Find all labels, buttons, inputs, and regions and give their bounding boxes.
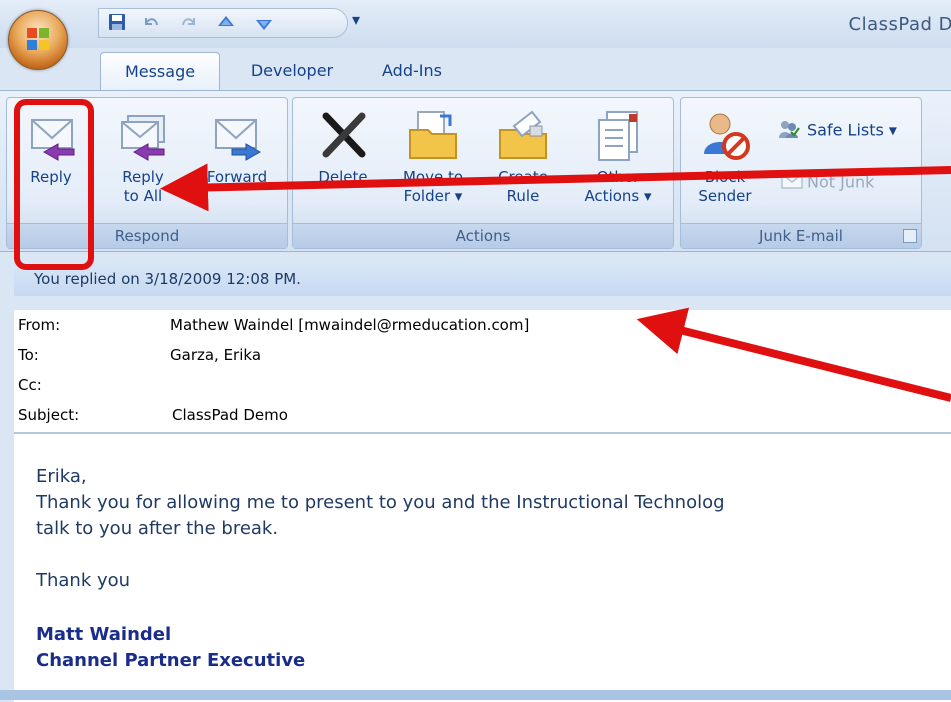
subject-label: Subject: — [18, 406, 80, 424]
customize-toolbar-chevron-icon[interactable]: ▾ — [352, 10, 360, 29]
other-actions-label-line1: Other — [596, 168, 640, 186]
junk-email-group: Block Sender Safe Lists ▾ Not Junk Junk … — [680, 97, 922, 249]
cc-row: Cc: — [14, 370, 951, 400]
previous-item-icon[interactable] — [215, 12, 237, 34]
block-sender-label-line1: Block — [704, 168, 746, 186]
other-actions-button[interactable]: Other Actions ▾ — [573, 106, 663, 206]
junk-email-group-label: Junk E-mail — [681, 223, 921, 248]
info-bar: You replied on 3/18/2009 12:08 PM. — [14, 262, 951, 296]
not-junk-icon — [781, 172, 803, 194]
create-rule-label-line1: Create — [498, 168, 548, 186]
forward-label: Forward — [206, 168, 268, 186]
forward-icon — [215, 119, 262, 161]
body-line2: talk to you after the break. — [36, 518, 279, 539]
not-junk-label: Not Junk — [807, 172, 875, 192]
actions-group-label: Actions — [293, 223, 673, 248]
chevron-down-icon: ▾ — [888, 120, 897, 140]
not-junk-button[interactable]: Not Junk — [781, 172, 874, 194]
ribbon: Reply Reply to All Forward Respond Delet… — [0, 90, 951, 252]
quick-access-toolbar — [98, 8, 348, 38]
other-actions-icon — [598, 111, 638, 161]
tab-add-ins[interactable]: Add-Ins — [362, 52, 462, 90]
tab-developer[interactable]: Developer — [236, 52, 348, 90]
body-thanks: Thank you — [36, 570, 131, 591]
delete-icon — [322, 112, 366, 158]
safe-lists-label: Safe Lists — [807, 120, 884, 140]
reply-all-label-line1: Reply — [122, 168, 164, 186]
create-rule-label-line2: Rule — [506, 187, 540, 205]
create-rule-icon — [499, 110, 547, 159]
move-label-line2: Folder ▾ — [403, 187, 463, 205]
to-row: To: Garza, Erika — [14, 340, 951, 370]
office-logo-icon — [27, 28, 49, 50]
body-greeting: Erika, — [36, 466, 87, 487]
block-sender-button[interactable]: Block Sender — [685, 106, 765, 206]
delete-label: Delete — [318, 168, 368, 186]
bottom-strip — [0, 690, 951, 700]
to-value[interactable]: Garza, Erika — [170, 346, 261, 364]
safe-lists-icon — [777, 118, 801, 144]
office-button[interactable] — [8, 10, 68, 70]
cc-label: Cc: — [18, 376, 42, 394]
signature-name: Matt Waindel — [36, 624, 172, 645]
redo-icon[interactable] — [179, 12, 201, 34]
to-label: To: — [18, 346, 39, 364]
message-body[interactable]: Erika, Thank you for allowing me to pres… — [14, 432, 951, 702]
body-line1: Thank you for allowing me to present to … — [36, 492, 725, 513]
from-value[interactable]: Mathew Waindel [mwaindel@rmeducation.com… — [170, 316, 529, 334]
block-sender-icon — [704, 113, 750, 160]
block-sender-label-line2: Sender — [698, 187, 752, 205]
other-actions-label-line2: Actions ▾ — [584, 187, 652, 205]
reply-all-icon — [121, 115, 165, 161]
dialog-launcher-icon[interactable] — [903, 229, 917, 243]
move-label-line1: Move to — [402, 168, 464, 186]
create-rule-button[interactable]: Create Rule — [483, 106, 563, 206]
next-item-icon[interactable] — [253, 12, 275, 34]
undo-icon[interactable] — [141, 12, 163, 34]
from-label: From: — [18, 316, 61, 334]
from-row: From: Mathew Waindel [mwaindel@rmeducati… — [14, 310, 951, 340]
title-bar: ▾ ClassPad D — [0, 0, 951, 48]
delete-button[interactable]: Delete — [303, 106, 383, 187]
subject-row: Subject: ClassPad Demo — [14, 400, 951, 432]
signature-title: Channel Partner Executive — [36, 650, 306, 671]
safe-lists-button[interactable]: Safe Lists ▾ — [777, 118, 897, 144]
forward-button[interactable]: Forward — [197, 106, 277, 187]
move-to-folder-button[interactable]: Move to Folder ▾ — [393, 106, 473, 206]
reply-all-label-line2: to All — [123, 187, 163, 205]
tab-message[interactable]: Message — [100, 52, 220, 91]
reply-highlight-box — [14, 99, 94, 270]
actions-group: Delete Move to Folder ▾ Create Rule Othe… — [292, 97, 674, 249]
save-icon[interactable] — [107, 12, 129, 34]
window-title: ClassPad D — [848, 14, 951, 35]
subject-value: ClassPad Demo — [172, 406, 288, 424]
move-to-folder-icon — [409, 111, 457, 159]
reply-all-button[interactable]: Reply to All — [103, 106, 183, 206]
